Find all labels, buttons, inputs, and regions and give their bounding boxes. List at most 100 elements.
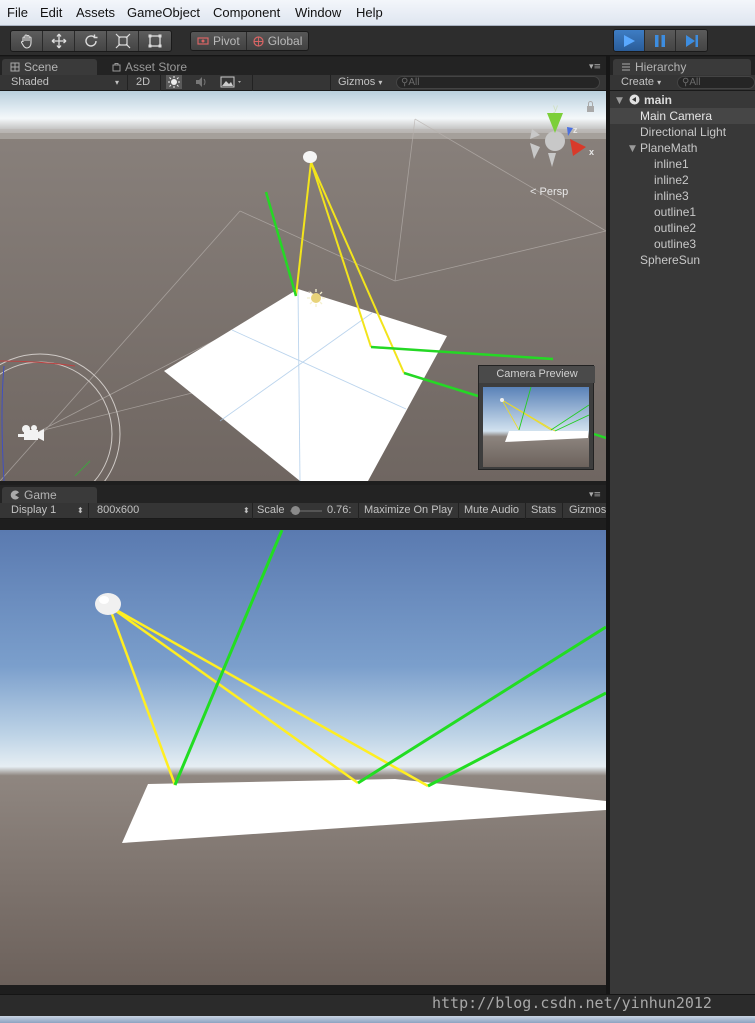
expand-triangle-icon[interactable]: ▼ bbox=[629, 144, 636, 154]
global-icon bbox=[253, 35, 264, 47]
persp-icon: < bbox=[530, 186, 537, 198]
stats-toggle[interactable]: Stats bbox=[531, 504, 556, 516]
pivot-button[interactable]: Pivot bbox=[191, 32, 247, 50]
axis-z-label: z bbox=[573, 125, 578, 135]
list-icon bbox=[622, 63, 630, 71]
projection-toggle[interactable]: < Persp bbox=[530, 186, 568, 198]
hierarchy-item-outline3[interactable]: outline3 bbox=[654, 237, 696, 251]
move-arrows-icon bbox=[51, 33, 66, 49]
hierarchy-item-inline3[interactable]: inline3 bbox=[654, 189, 689, 203]
hierarchy-item-inline1[interactable]: inline1 bbox=[654, 157, 689, 171]
tab-hierarchy[interactable]: Hierarchy bbox=[613, 59, 751, 75]
rect-transform-icon bbox=[148, 34, 162, 48]
hierarchy-item-planemath[interactable]: PlaneMath bbox=[640, 141, 697, 155]
2d-toggle[interactable]: 2D bbox=[136, 76, 150, 88]
scene-search-placeholder: All bbox=[408, 77, 420, 88]
global-button[interactable]: Global bbox=[247, 32, 309, 50]
speaker-icon bbox=[196, 77, 206, 87]
hierarchy-tree: ▼ main Main Camera Directional Light ▼ P… bbox=[610, 91, 755, 994]
axis-x-label: x bbox=[589, 147, 594, 157]
play-icon bbox=[624, 34, 635, 47]
scale-slider-handle[interactable] bbox=[291, 506, 300, 515]
hierarchy-search-placeholder: All bbox=[689, 77, 701, 88]
menu-assets[interactable]: Assets bbox=[76, 5, 115, 20]
scene-root-main[interactable]: main bbox=[644, 93, 672, 107]
display-dropdown[interactable]: Display 1 bbox=[11, 504, 56, 516]
scale-value: 0.76: bbox=[327, 504, 352, 516]
menu-component[interactable]: Component bbox=[213, 5, 280, 20]
unity-scene-icon bbox=[629, 94, 640, 108]
game-viewport[interactable] bbox=[0, 530, 606, 985]
tab-game[interactable]: Game bbox=[2, 487, 97, 503]
tab-asset-store[interactable]: Asset Store bbox=[104, 59, 195, 75]
camera-preview-title: Camera Preview bbox=[479, 366, 595, 383]
tab-asset-store-label: Asset Store bbox=[125, 60, 188, 74]
maximize-on-play-toggle[interactable]: Maximize On Play bbox=[364, 504, 453, 516]
create-dropdown[interactable]: Create ▾ bbox=[621, 76, 661, 88]
taskbar-strip bbox=[0, 1016, 755, 1023]
hierarchy-tabbar: Hierarchy bbox=[610, 57, 755, 75]
scene-gizmos-dropdown[interactable]: Gizmos ▾ bbox=[338, 76, 382, 88]
hierarchy-item-outline1[interactable]: outline1 bbox=[654, 205, 696, 219]
move-tool-button[interactable] bbox=[43, 31, 75, 51]
chevron-down-icon: ▾ bbox=[378, 78, 383, 87]
resolution-dropdown[interactable]: 800x600 bbox=[97, 504, 139, 516]
chevron-down-icon: ▾ bbox=[115, 78, 120, 87]
camera-preview-image bbox=[483, 387, 589, 467]
game-gizmos-toggle[interactable]: Gizmos bbox=[569, 504, 606, 516]
menu-window[interactable]: Window bbox=[295, 5, 341, 20]
hierarchy-item-inline2[interactable]: inline2 bbox=[654, 173, 689, 187]
game-tabbar: Game ▾≡ bbox=[0, 485, 606, 503]
pivot-icon bbox=[197, 37, 209, 45]
store-bag-icon bbox=[112, 63, 121, 72]
game-control-bar: Display 1 ⬍ 800x600 ⬍ Scale 0.76: Maximi… bbox=[0, 503, 606, 519]
transform-tools bbox=[10, 30, 172, 52]
create-label: Create bbox=[621, 76, 655, 88]
scene-audio-toggle[interactable] bbox=[194, 75, 208, 92]
global-label: Global bbox=[267, 34, 303, 48]
scale-icon bbox=[115, 33, 130, 49]
mute-audio-toggle[interactable]: Mute Audio bbox=[464, 504, 519, 516]
hierarchy-item-spheresun[interactable]: SphereSun bbox=[640, 253, 700, 267]
hierarchy-search-input[interactable]: ⚲All bbox=[677, 76, 755, 89]
pause-button[interactable] bbox=[645, 30, 676, 51]
scene-control-bar: Shaded ▾ 2D Gizmos ▾ ⚲All bbox=[0, 75, 606, 91]
pause-icon bbox=[655, 34, 665, 47]
pivot-toggle-group: Pivot Global bbox=[190, 31, 310, 51]
tab-scene[interactable]: Scene bbox=[2, 59, 97, 75]
camera-preview-window: Camera Preview bbox=[478, 365, 595, 470]
hand-tool-button[interactable] bbox=[11, 31, 43, 51]
pacman-icon bbox=[10, 490, 19, 500]
scale-label: Scale bbox=[257, 504, 285, 516]
step-button[interactable] bbox=[676, 30, 707, 51]
rotate-tool-button[interactable] bbox=[75, 31, 107, 51]
hierarchy-item-outline2[interactable]: outline2 bbox=[654, 221, 696, 235]
scene-tabbar: Scene Asset Store ▾≡ bbox=[0, 57, 606, 75]
rotate-icon bbox=[84, 34, 97, 47]
step-icon bbox=[685, 34, 698, 47]
hierarchy-item-directional-light[interactable]: Directional Light bbox=[640, 125, 726, 139]
menu-gameobject[interactable]: GameObject bbox=[127, 5, 200, 20]
menu-help[interactable]: Help bbox=[356, 5, 383, 20]
play-button[interactable] bbox=[614, 30, 645, 51]
hierarchy-item-main-camera[interactable]: Main Camera bbox=[640, 109, 712, 123]
menu-file[interactable]: File bbox=[7, 5, 28, 20]
menu-edit[interactable]: Edit bbox=[40, 5, 62, 20]
scene-effects-toggle[interactable] bbox=[220, 75, 244, 92]
menu-bar: File Edit Assets GameObject Component Wi… bbox=[0, 0, 755, 26]
scale-tool-button[interactable] bbox=[107, 31, 139, 51]
image-effects-icon bbox=[220, 76, 241, 88]
expand-triangle-icon[interactable]: ▼ bbox=[616, 96, 623, 106]
axis-y-label: y bbox=[553, 103, 558, 114]
scene-panel-menu-icon[interactable]: ▾≡ bbox=[589, 62, 601, 72]
scene-lighting-toggle[interactable] bbox=[166, 75, 182, 92]
watermark-text: http://blog.csdn.net/yinhun2012 bbox=[432, 994, 712, 1012]
playback-controls bbox=[613, 29, 708, 52]
hand-icon bbox=[20, 34, 32, 49]
scene-search-input[interactable]: ⚲All bbox=[396, 76, 600, 89]
persp-label: Persp bbox=[539, 186, 569, 198]
gizmos-label: Gizmos bbox=[338, 76, 376, 88]
shading-mode-dropdown[interactable]: Shaded bbox=[11, 76, 49, 88]
game-panel-menu-icon[interactable]: ▾≡ bbox=[589, 490, 601, 500]
rect-tool-button[interactable] bbox=[139, 31, 171, 51]
